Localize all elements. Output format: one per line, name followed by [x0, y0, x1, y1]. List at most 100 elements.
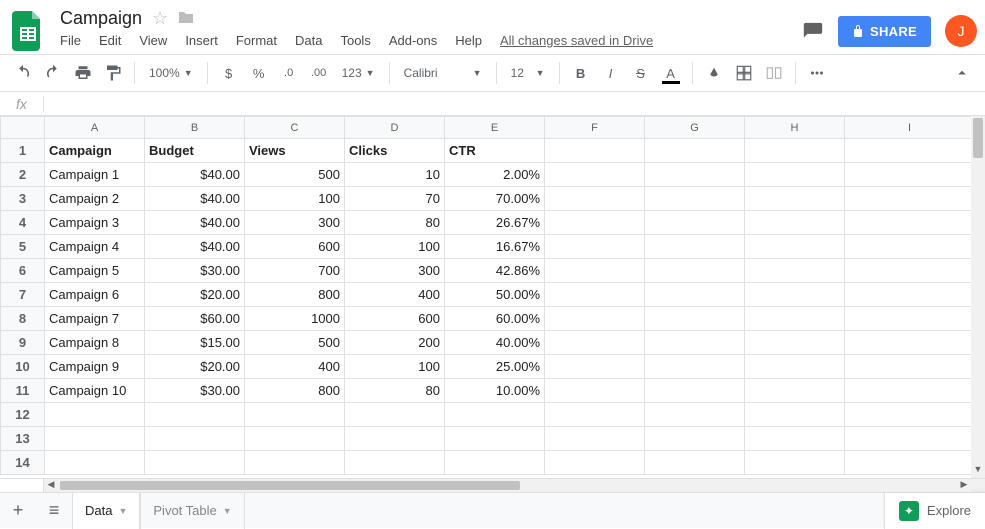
- cell-D5[interactable]: 100: [345, 235, 445, 259]
- merge-cells-icon[interactable]: [761, 60, 787, 86]
- cell-F6[interactable]: [545, 259, 645, 283]
- sheets-logo-icon[interactable]: [8, 11, 48, 51]
- select-all-corner[interactable]: [1, 117, 45, 139]
- cell-H2[interactable]: [745, 163, 845, 187]
- cell-F3[interactable]: [545, 187, 645, 211]
- currency-icon[interactable]: $: [216, 60, 242, 86]
- cell-E2[interactable]: 2.00%: [445, 163, 545, 187]
- paint-format-icon[interactable]: [100, 60, 126, 86]
- row-head-14[interactable]: 14: [1, 451, 45, 475]
- cell-C3[interactable]: 100: [245, 187, 345, 211]
- menu-help[interactable]: Help: [455, 33, 482, 48]
- cell-F10[interactable]: [545, 355, 645, 379]
- cell-D10[interactable]: 100: [345, 355, 445, 379]
- cell-H10[interactable]: [745, 355, 845, 379]
- cell-C9[interactable]: 500: [245, 331, 345, 355]
- cell-G4[interactable]: [645, 211, 745, 235]
- cell-H3[interactable]: [745, 187, 845, 211]
- col-head-A[interactable]: A: [45, 117, 145, 139]
- cell-B12[interactable]: [145, 403, 245, 427]
- more-icon[interactable]: [804, 60, 830, 86]
- cell-D3[interactable]: 70: [345, 187, 445, 211]
- undo-icon[interactable]: [10, 60, 36, 86]
- comments-icon[interactable]: [802, 21, 824, 41]
- cell-C6[interactable]: 700: [245, 259, 345, 283]
- explore-button[interactable]: ✦ Explore: [884, 493, 985, 529]
- menu-add-ons[interactable]: Add-ons: [389, 33, 437, 48]
- cell-B4[interactable]: $40.00: [145, 211, 245, 235]
- cell-H7[interactable]: [745, 283, 845, 307]
- cell-B3[interactable]: $40.00: [145, 187, 245, 211]
- cell-B2[interactable]: $40.00: [145, 163, 245, 187]
- cell-I7[interactable]: [845, 283, 975, 307]
- row-head-13[interactable]: 13: [1, 427, 45, 451]
- cell-G1[interactable]: [645, 139, 745, 163]
- cell-A2[interactable]: Campaign 1: [45, 163, 145, 187]
- col-head-D[interactable]: D: [345, 117, 445, 139]
- borders-icon[interactable]: [731, 60, 757, 86]
- cell-B8[interactable]: $60.00: [145, 307, 245, 331]
- menu-view[interactable]: View: [139, 33, 167, 48]
- cell-F2[interactable]: [545, 163, 645, 187]
- cell-F9[interactable]: [545, 331, 645, 355]
- zoom-dropdown[interactable]: 100%▼: [143, 66, 199, 80]
- text-color-icon[interactable]: A: [658, 60, 684, 86]
- cell-I11[interactable]: [845, 379, 975, 403]
- move-folder-icon[interactable]: [178, 8, 194, 29]
- cell-F11[interactable]: [545, 379, 645, 403]
- grid-table[interactable]: ABCDEFGHI1CampaignBudgetViewsClicksCTR2C…: [0, 116, 975, 475]
- cell-B7[interactable]: $20.00: [145, 283, 245, 307]
- row-head-6[interactable]: 6: [1, 259, 45, 283]
- bold-icon[interactable]: B: [568, 60, 594, 86]
- cell-E11[interactable]: 10.00%: [445, 379, 545, 403]
- cell-B5[interactable]: $40.00: [145, 235, 245, 259]
- cell-A8[interactable]: Campaign 7: [45, 307, 145, 331]
- cell-G12[interactable]: [645, 403, 745, 427]
- row-head-1[interactable]: 1: [1, 139, 45, 163]
- cell-E14[interactable]: [445, 451, 545, 475]
- cell-C5[interactable]: 600: [245, 235, 345, 259]
- cell-C11[interactable]: 800: [245, 379, 345, 403]
- cell-E12[interactable]: [445, 403, 545, 427]
- cell-G8[interactable]: [645, 307, 745, 331]
- cell-E7[interactable]: 50.00%: [445, 283, 545, 307]
- cell-B14[interactable]: [145, 451, 245, 475]
- col-head-E[interactable]: E: [445, 117, 545, 139]
- cell-F7[interactable]: [545, 283, 645, 307]
- menu-data[interactable]: Data: [295, 33, 322, 48]
- cell-A4[interactable]: Campaign 3: [45, 211, 145, 235]
- row-head-8[interactable]: 8: [1, 307, 45, 331]
- saved-status[interactable]: All changes saved in Drive: [500, 33, 653, 48]
- row-head-12[interactable]: 12: [1, 403, 45, 427]
- row-head-3[interactable]: 3: [1, 187, 45, 211]
- all-sheets-button[interactable]: ≡: [36, 493, 72, 529]
- col-head-F[interactable]: F: [545, 117, 645, 139]
- cell-G9[interactable]: [645, 331, 745, 355]
- cell-F5[interactable]: [545, 235, 645, 259]
- cell-D12[interactable]: [345, 403, 445, 427]
- cell-A3[interactable]: Campaign 2: [45, 187, 145, 211]
- col-head-B[interactable]: B: [145, 117, 245, 139]
- menu-tools[interactable]: Tools: [340, 33, 370, 48]
- cell-C7[interactable]: 800: [245, 283, 345, 307]
- cell-E5[interactable]: 16.67%: [445, 235, 545, 259]
- document-title[interactable]: Campaign: [60, 8, 142, 29]
- cell-G2[interactable]: [645, 163, 745, 187]
- cell-I5[interactable]: [845, 235, 975, 259]
- cell-A12[interactable]: [45, 403, 145, 427]
- row-head-2[interactable]: 2: [1, 163, 45, 187]
- row-head-4[interactable]: 4: [1, 211, 45, 235]
- cell-C2[interactable]: 500: [245, 163, 345, 187]
- cell-D6[interactable]: 300: [345, 259, 445, 283]
- cell-I10[interactable]: [845, 355, 975, 379]
- cell-E13[interactable]: [445, 427, 545, 451]
- cell-G13[interactable]: [645, 427, 745, 451]
- sheet-tab-data[interactable]: Data▼: [72, 493, 140, 529]
- cell-D4[interactable]: 80: [345, 211, 445, 235]
- sheet-tab-pivot[interactable]: Pivot Table▼: [140, 493, 244, 529]
- cell-A7[interactable]: Campaign 6: [45, 283, 145, 307]
- cell-F12[interactable]: [545, 403, 645, 427]
- strikethrough-icon[interactable]: S: [628, 60, 654, 86]
- cell-I9[interactable]: [845, 331, 975, 355]
- print-icon[interactable]: [70, 60, 96, 86]
